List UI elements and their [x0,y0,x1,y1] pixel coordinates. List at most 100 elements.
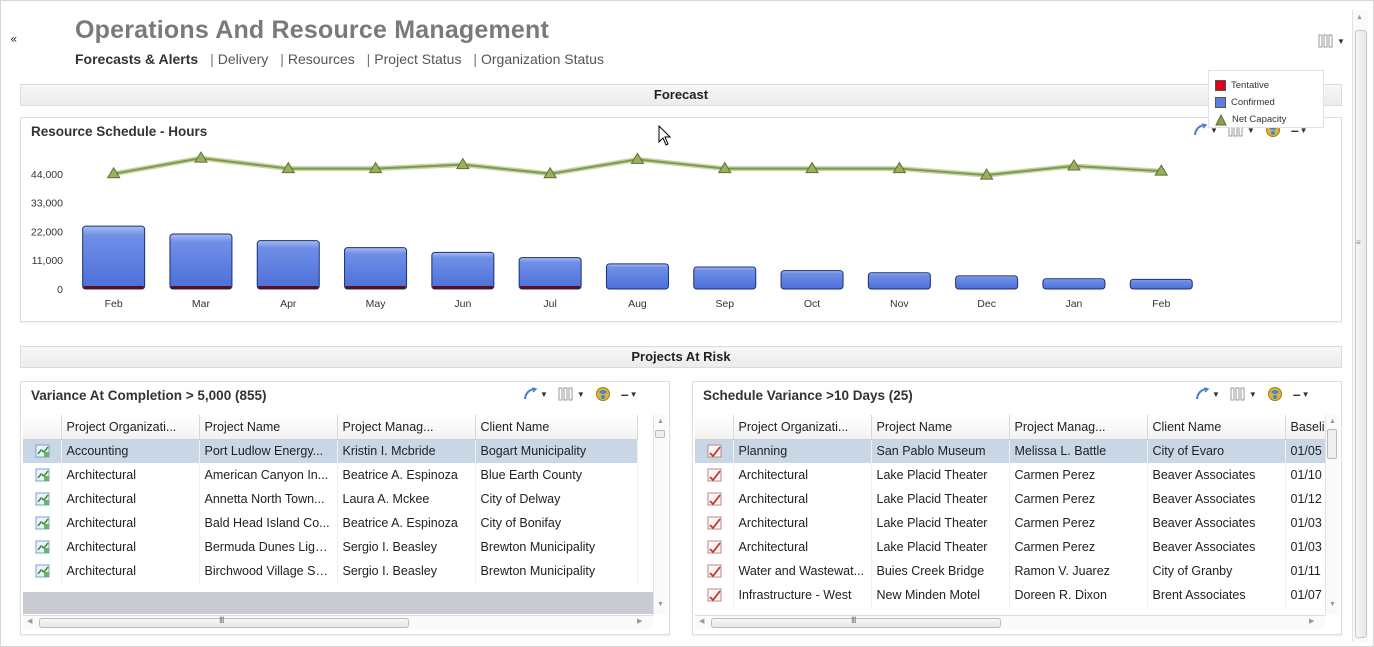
table-cell[interactable]: Carmen Perez [1009,487,1148,511]
table-cell[interactable]: New Minden Motel [871,583,1010,607]
schedule-horizontal-scrollbar[interactable]: ◀ III ▶ [695,615,1325,629]
row-icon-cell[interactable] [23,535,62,559]
table-cell[interactable]: Sergio I. Beasley [337,535,476,559]
table-cell[interactable]: Laura A. Mckee [337,487,476,511]
table-row[interactable]: Accounting Port Ludlow Energy... Kristin I… [23,439,638,463]
table-cell[interactable]: Lake Placid Theater [871,511,1010,535]
table-row[interactable]: Infrastructure - West New Minden Motel Dor… [695,583,1325,607]
column-header-project-organization[interactable]: Project Organizati... [733,415,872,440]
row-icon-cell[interactable] [695,535,734,559]
table-cell[interactable]: Beaver Associates [1147,511,1286,535]
table-cell[interactable]: Buies Creek Bridge [871,559,1010,583]
table-row[interactable]: Architectural Lake Placid Theater Carmen P… [695,511,1325,535]
table-row[interactable]: Architectural Lake Placid Theater Carmen P… [695,535,1325,559]
table-cell[interactable]: Birchwood Village Se... [199,559,338,583]
table-cell[interactable]: 01/05 [1285,439,1325,463]
table-cell[interactable]: Ramon V. Juarez [1009,559,1148,583]
table-cell[interactable]: Lake Placid Theater [871,535,1010,559]
table-cell[interactable]: Architectural [61,511,200,535]
table-cell[interactable]: 01/03 [1285,511,1325,535]
table-cell[interactable]: City of Evaro [1147,439,1286,463]
scroll-up-icon[interactable]: ▲ [1329,418,1336,425]
scroll-right-icon[interactable]: ▶ [1309,617,1314,625]
scroll-left-icon[interactable]: ◀ [699,617,704,625]
table-cell[interactable]: American Canyon In... [199,463,338,487]
table-cell[interactable]: 01/12 [1285,487,1325,511]
table-cell[interactable]: Bald Head Island Co... [199,511,338,535]
row-icon-cell[interactable] [695,439,734,463]
table-cell[interactable]: Beaver Associates [1147,463,1286,487]
refresh-button[interactable] [595,386,611,402]
table-cell[interactable]: Kristin I. Mcbride [337,439,476,463]
scrollbar-thumb[interactable] [39,618,409,628]
table-cell[interactable]: Infrastructure - West [733,583,872,607]
table-row[interactable]: Architectural Bald Head Island Co... Beatr… [23,511,638,535]
scrollbar-thumb[interactable] [1327,429,1337,459]
column-header-project-name[interactable]: Project Name [871,415,1010,440]
table-cell[interactable]: Architectural [733,511,872,535]
column-header-project-organization[interactable]: Project Organizati... [61,415,200,440]
table-cell[interactable]: Melissa L. Battle [1009,439,1148,463]
refresh-button[interactable] [1267,386,1283,402]
chart-type-button[interactable]: ▼ [1195,387,1220,401]
table-cell[interactable]: Port Ludlow Energy... [199,439,338,463]
table-cell[interactable]: Architectural [61,487,200,511]
row-icon-cell[interactable] [23,487,62,511]
table-cell[interactable]: City of Granby [1147,559,1286,583]
scroll-down-icon[interactable]: ▼ [657,601,664,608]
variance-horizontal-scrollbar[interactable]: ◀ III ▶ [23,615,653,629]
table-cell[interactable]: Carmen Perez [1009,463,1148,487]
table-cell[interactable]: Accounting [61,439,200,463]
table-cell[interactable]: Lake Placid Theater [871,487,1010,511]
table-cell[interactable]: Brewton Municipality [475,535,638,559]
row-icon-cell[interactable] [695,583,734,607]
table-cell[interactable]: 01/03 [1285,535,1325,559]
section-projects-at-risk[interactable]: Projects At Risk [20,346,1342,368]
table-cell[interactable]: City of Bonifay [475,511,638,535]
column-header-client-name[interactable]: Client Name [1147,415,1286,440]
table-cell[interactable]: Beatrice A. Espinoza [337,463,476,487]
row-icon-cell[interactable] [695,559,734,583]
row-icon-cell[interactable] [23,463,62,487]
table-cell[interactable]: Beatrice A. Espinoza [337,511,476,535]
row-icon-cell[interactable] [23,559,62,583]
scrollbar-thumb[interactable] [711,618,1001,628]
column-header-icon[interactable] [695,415,734,440]
table-cell[interactable]: Doreen R. Dixon [1009,583,1148,607]
table-row[interactable]: Architectural Lake Placid Theater Carmen P… [695,463,1325,487]
table-row[interactable]: Planning San Pablo Museum Melissa L. Battl… [695,439,1325,463]
table-row[interactable]: Architectural Birchwood Village Se... Serg… [23,559,638,583]
schedule-vertical-scrollbar[interactable]: ▲ ▼ [1325,415,1339,615]
table-row[interactable]: Architectural Annetta North Town... Laura … [23,487,638,511]
column-header-project-manager[interactable]: Project Manag... [1009,415,1148,440]
row-icon-cell[interactable] [23,511,62,535]
minimize-button[interactable]: – ▼ [1293,386,1310,402]
table-cell[interactable]: 01/07 [1285,583,1325,607]
table-row[interactable]: Architectural American Canyon In... Beatri… [23,463,638,487]
table-cell[interactable]: Beaver Associates [1147,535,1286,559]
scrollbar-thumb[interactable] [655,430,665,438]
table-cell[interactable]: San Pablo Museum [871,439,1010,463]
table-cell[interactable]: Architectural [733,463,872,487]
table-cell[interactable]: City of Delway [475,487,638,511]
table-cell[interactable]: Sergio I. Beasley [337,559,476,583]
table-row[interactable]: Architectural Lake Placid Theater Carmen P… [695,487,1325,511]
columns-button[interactable]: ▼ [1230,387,1257,401]
column-header-client-name[interactable]: Client Name [475,415,638,440]
table-cell[interactable]: 01/11 [1285,559,1325,583]
variance-vertical-scrollbar[interactable]: ▲ ▼ [653,415,667,615]
table-cell[interactable]: Bermuda Dunes Ligh... [199,535,338,559]
row-icon-cell[interactable] [695,511,734,535]
chart-type-button[interactable]: ▼ [523,387,548,401]
table-cell[interactable]: Brewton Municipality [475,559,638,583]
table-cell[interactable]: Brent Associates [1147,583,1286,607]
table-cell[interactable]: Planning [733,439,872,463]
table-cell[interactable]: Architectural [733,487,872,511]
column-header-project-manager[interactable]: Project Manag... [337,415,476,440]
scroll-left-icon[interactable]: ◀ [27,617,32,625]
table-cell[interactable]: Water and Wastewat... [733,559,872,583]
scroll-down-icon[interactable]: ▼ [1329,601,1336,608]
row-icon-cell[interactable] [23,439,62,463]
scroll-up-icon[interactable]: ▲ [657,418,664,425]
table-cell[interactable]: Architectural [61,463,200,487]
